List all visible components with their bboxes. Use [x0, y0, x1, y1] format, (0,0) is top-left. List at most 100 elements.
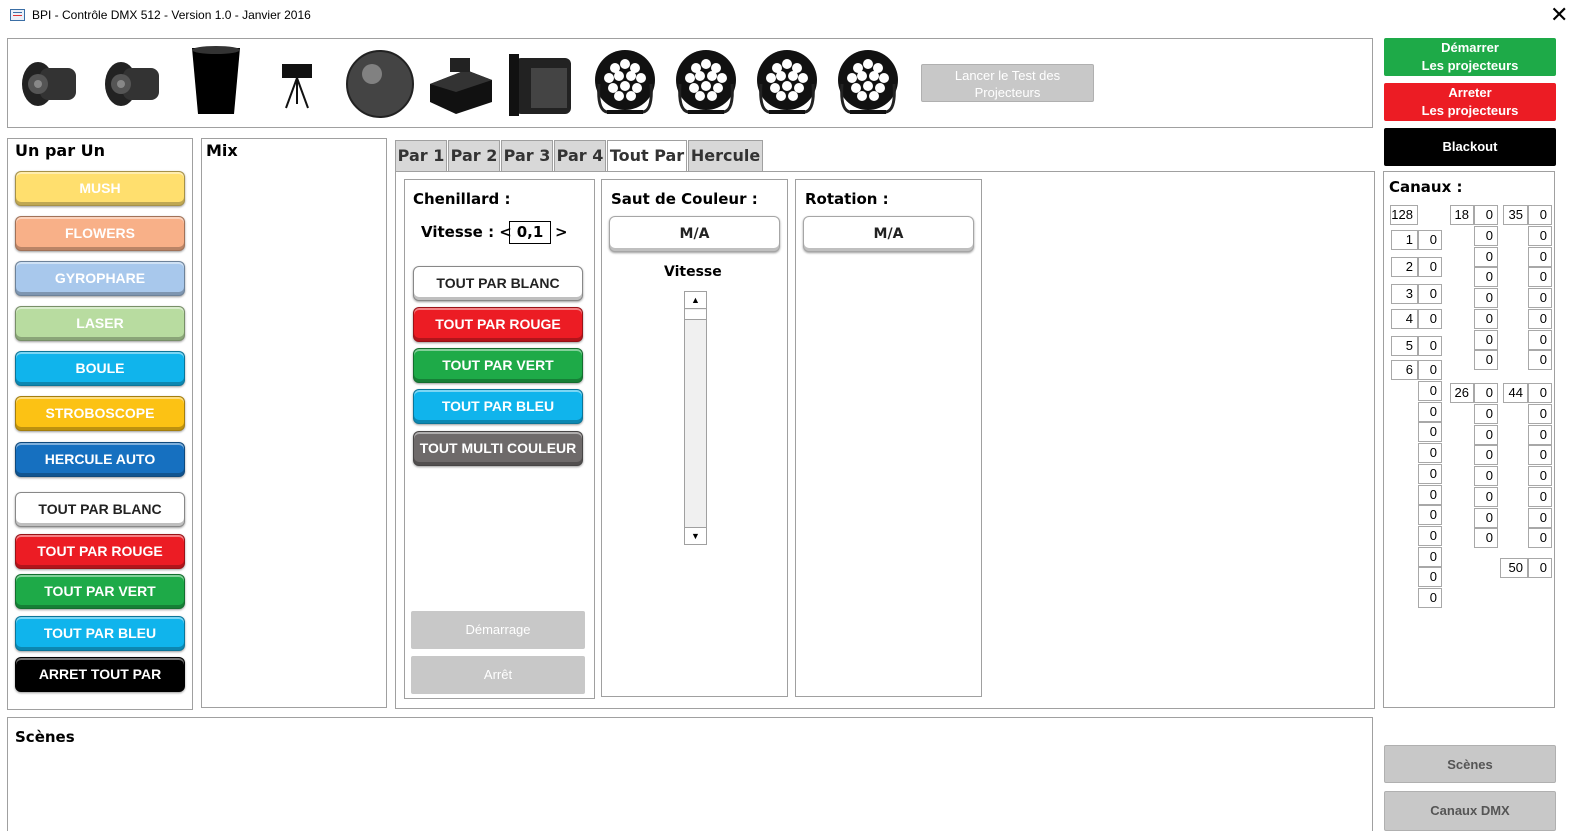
color-jump-toggle[interactable]: M/A — [609, 216, 780, 252]
tab-par-4[interactable]: Par 4 — [554, 140, 606, 172]
channel-value[interactable]: 0 — [1474, 424, 1498, 445]
flowers-button[interactable]: FLOWERS — [15, 216, 185, 251]
test-projectors-button[interactable]: Lancer le Test des Projecteurs — [921, 64, 1094, 102]
boule-button[interactable]: BOULE — [15, 351, 185, 386]
channel-value[interactable]: 0 — [1528, 226, 1552, 246]
channel-value[interactable]: 0 — [1528, 466, 1552, 487]
channel-value[interactable]: 0 — [1528, 424, 1552, 445]
color-jump-speed-slider[interactable]: ▲ ▼ — [684, 291, 707, 545]
channel-value[interactable]: 0 — [1528, 329, 1552, 350]
channel-number[interactable]: 3 — [1391, 284, 1418, 304]
start-projectors-button[interactable]: Démarrer Les projecteurs — [1384, 38, 1556, 76]
tab-hercule[interactable]: Hercule — [688, 140, 763, 172]
channel-value[interactable]: 0 — [1474, 445, 1498, 466]
chenillard-tout-multi-couleur-button[interactable]: TOUT MULTI COULEUR — [413, 431, 583, 466]
projector-icon[interactable] — [97, 44, 173, 120]
chenillard-tout-par-bleu-button[interactable]: TOUT PAR BLEU — [413, 389, 583, 424]
channel-value[interactable]: 0 — [1418, 443, 1442, 464]
channel-value[interactable]: 0 — [1528, 308, 1552, 329]
chenillard-stop-button[interactable]: Arrêt — [411, 656, 585, 694]
channel-value[interactable]: 0 — [1528, 404, 1552, 424]
channel-value[interactable]: 0 — [1528, 288, 1552, 309]
gyrophare-button[interactable]: GYROPHARE — [15, 261, 185, 296]
channel-number[interactable]: 50 — [1500, 558, 1528, 578]
dmx-channels-button[interactable]: Canaux DMX — [1384, 791, 1556, 831]
laser-icon[interactable] — [258, 44, 334, 120]
slider-up-arrow[interactable]: ▲ — [685, 292, 706, 309]
channel-number[interactable]: 5 — [1391, 336, 1418, 356]
channel-number[interactable]: 1 — [1391, 230, 1418, 250]
channel-value[interactable]: 0 — [1418, 484, 1442, 505]
tout-par-rouge-button[interactable]: TOUT PAR ROUGE — [15, 534, 185, 569]
mirror-ball-icon[interactable] — [342, 44, 418, 120]
scenes-button[interactable]: Scènes — [1384, 745, 1556, 783]
led-par-icon[interactable] — [668, 44, 744, 120]
channel-value[interactable]: 0 — [1528, 246, 1552, 267]
channel-value[interactable]: 0 — [1474, 267, 1498, 288]
channel-value[interactable]: 0 — [1528, 486, 1552, 507]
flood-light-icon[interactable] — [505, 44, 581, 120]
channel-number[interactable]: 26 — [1450, 383, 1474, 403]
tab-par-1[interactable]: Par 1 — [395, 140, 447, 172]
stop-projectors-button[interactable]: Arreter Les projecteurs — [1384, 83, 1556, 121]
led-par-icon[interactable] — [587, 44, 663, 120]
channel-number[interactable]: 4 — [1391, 309, 1418, 329]
channel-value[interactable]: 0 — [1474, 404, 1498, 424]
channel-value[interactable]: 0 — [1418, 230, 1442, 250]
laser-button[interactable]: LASER — [15, 306, 185, 341]
channel-value[interactable]: 0 — [1418, 422, 1442, 443]
channel-value[interactable]: 0 — [1474, 226, 1498, 246]
mush-button[interactable]: MUSH — [15, 171, 185, 206]
tab-tout-par[interactable]: Tout Par — [607, 140, 687, 173]
can-light-icon[interactable] — [178, 44, 254, 120]
channel-value[interactable]: 0 — [1474, 507, 1498, 528]
channel-number[interactable]: 35 — [1503, 205, 1528, 225]
channel-value[interactable]: 0 — [1474, 288, 1498, 309]
slider-down-arrow[interactable]: ▼ — [685, 527, 706, 544]
led-par-icon[interactable] — [749, 44, 825, 120]
tab-par-3[interactable]: Par 3 — [501, 140, 553, 172]
rotation-toggle[interactable]: M/A — [803, 216, 974, 252]
channel-value[interactable]: 0 — [1418, 505, 1442, 526]
channel-value[interactable]: 0 — [1474, 205, 1498, 225]
channel-value[interactable]: 0 — [1474, 246, 1498, 267]
channel-value[interactable]: 0 — [1418, 401, 1442, 422]
channel-value[interactable]: 0 — [1418, 257, 1442, 277]
hercule-auto-button[interactable]: HERCULE AUTO — [15, 442, 185, 477]
channel-value[interactable]: 0 — [1528, 383, 1552, 403]
channel-value[interactable]: 0 — [1418, 463, 1442, 484]
channel-number[interactable]: 2 — [1391, 257, 1418, 277]
slider-thumb[interactable] — [685, 310, 706, 320]
tout-par-vert-button[interactable]: TOUT PAR VERT — [15, 574, 185, 609]
channel-value[interactable]: 0 — [1474, 466, 1498, 487]
chenillard-tout-par-vert-button[interactable]: TOUT PAR VERT — [413, 348, 583, 383]
channel-value[interactable]: 0 — [1418, 360, 1442, 380]
led-par-icon[interactable] — [830, 44, 906, 120]
chenillard-start-button[interactable]: Démarrage — [411, 611, 585, 649]
channel-value[interactable]: 0 — [1474, 528, 1498, 549]
tout-par-bleu-button[interactable]: TOUT PAR BLEU — [15, 616, 185, 651]
tab-par-2[interactable]: Par 2 — [448, 140, 500, 172]
channel-number[interactable]: 44 — [1503, 383, 1528, 403]
channel-value[interactable]: 0 — [1418, 381, 1442, 401]
channel-value[interactable]: 0 — [1474, 486, 1498, 507]
channel-value[interactable]: 0 — [1418, 525, 1442, 546]
channel-value[interactable]: 0 — [1418, 567, 1442, 588]
channel-value[interactable]: 0 — [1418, 588, 1442, 608]
projector-icon[interactable] — [14, 44, 90, 120]
channel-value[interactable]: 0 — [1418, 336, 1442, 356]
channel-value[interactable]: 0 — [1474, 350, 1498, 371]
tout-par-blanc-button[interactable]: TOUT PAR BLANC — [15, 492, 185, 527]
channel-number[interactable]: 18 — [1450, 205, 1474, 225]
channel-value[interactable]: 0 — [1418, 546, 1442, 567]
channel-value[interactable]: 0 — [1528, 558, 1552, 578]
channel-value[interactable]: 0 — [1528, 267, 1552, 288]
channel-value[interactable]: 0 — [1418, 309, 1442, 329]
chenillard-speed-input[interactable]: 0,1 — [509, 221, 551, 244]
stroboscope-button[interactable]: STROBOSCOPE — [15, 396, 185, 431]
channel-value[interactable]: 0 — [1528, 528, 1552, 549]
channel-value[interactable]: 0 — [1418, 284, 1442, 304]
channel-master-field[interactable]: 128 — [1390, 205, 1418, 225]
channel-value[interactable]: 0 — [1474, 383, 1498, 403]
blackout-button[interactable]: Blackout — [1384, 128, 1556, 166]
